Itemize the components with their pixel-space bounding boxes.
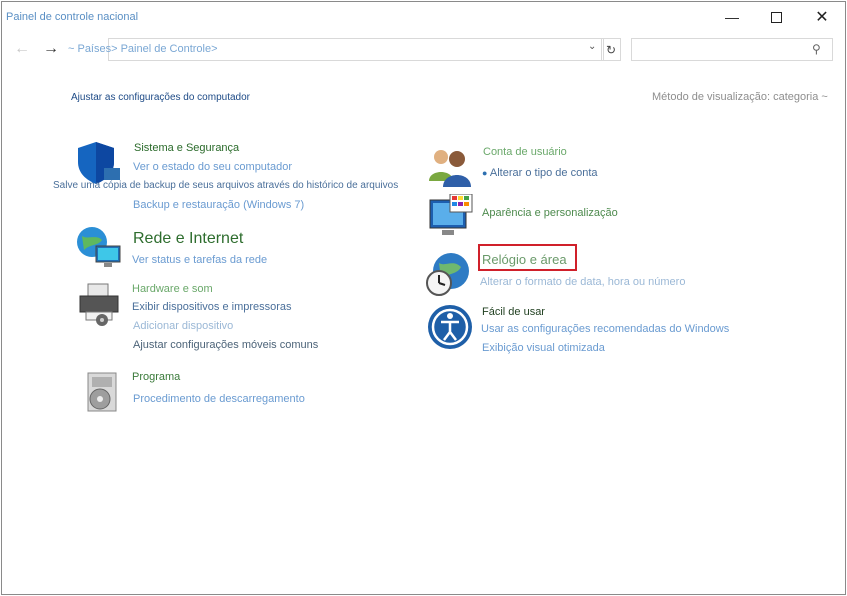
chevron-down-icon: ⌄	[588, 41, 597, 52]
programs-icon[interactable]	[80, 369, 126, 415]
link-optimize-visual-display[interactable]: Exibição visual otimizada	[482, 342, 605, 354]
refresh-button[interactable]: ↻	[601, 38, 621, 61]
link-change-account-type[interactable]: ● Alterar o tipo de conta	[482, 167, 598, 179]
category-ease-of-access[interactable]: Fácil de usar	[482, 306, 545, 318]
arrow-left-icon: ←	[14, 40, 30, 57]
selection-highlight	[478, 244, 577, 271]
maximize-icon	[770, 11, 782, 23]
link-file-history-backup[interactable]: Salve uma cópia de backup de seus arquiv…	[53, 180, 398, 191]
category-system-security[interactable]: Sistema e Segurança	[134, 142, 239, 154]
breadcrumb[interactable]: ~ Países> Painel de Controle>	[68, 43, 218, 55]
printer-icon[interactable]	[76, 282, 122, 328]
category-network-internet[interactable]: Rede e Internet	[133, 230, 243, 248]
link-change-date-format[interactable]: Alterar o formato de data, hora ou númer…	[480, 276, 685, 288]
clock-globe-icon[interactable]	[425, 251, 471, 297]
network-globe-icon[interactable]	[76, 226, 122, 272]
user-accounts-icon[interactable]	[427, 145, 473, 191]
minimize-button[interactable]: —	[709, 4, 755, 30]
close-button[interactable]: ✕	[799, 4, 845, 30]
link-network-status[interactable]: Ver status e tarefas da rede	[132, 254, 267, 266]
search-icon[interactable]: ⚲	[812, 42, 821, 56]
link-view-computer-status[interactable]: Ver o estado do seu computador	[133, 161, 292, 173]
search-input[interactable]	[631, 38, 833, 61]
category-appearance[interactable]: Aparência e personalização	[482, 207, 618, 219]
category-hardware-sound[interactable]: Hardware e som	[132, 283, 213, 295]
link-devices-printers[interactable]: Exibir dispositivos e impressoras	[132, 301, 292, 313]
minimize-icon: —	[725, 9, 739, 25]
arrow-right-icon: →	[43, 40, 59, 57]
link-backup-restore[interactable]: Backup e restauração (Windows 7)	[133, 199, 304, 211]
page-title: Ajustar as configurações do computador	[71, 92, 250, 103]
ease-of-access-icon[interactable]	[427, 304, 473, 350]
link-recommended-settings[interactable]: Usar as configurações recomendadas do Wi…	[481, 323, 729, 335]
link-mobility-settings[interactable]: Ajustar configurações móveis comuns	[133, 339, 318, 351]
refresh-icon: ↻	[605, 42, 617, 57]
link-uninstall-program[interactable]: Procedimento de descarregamento	[133, 393, 305, 405]
link-add-device[interactable]: Adicionar dispositivo	[133, 320, 233, 332]
category-programs[interactable]: Programa	[132, 371, 180, 383]
category-user-accounts[interactable]: Conta de usuário	[483, 146, 567, 158]
bullet-icon: ●	[482, 168, 488, 178]
maximize-button[interactable]	[753, 4, 799, 30]
forward-button[interactable]: →	[43, 40, 59, 58]
appearance-monitor-icon[interactable]	[428, 194, 474, 240]
view-by-selector[interactable]: Método de visualização: categoria ~	[652, 91, 828, 103]
back-button[interactable]: ←	[14, 40, 30, 58]
address-dropdown[interactable]: ⌄	[588, 41, 596, 52]
close-icon: ✕	[815, 9, 829, 26]
window-title: Painel de controle nacional	[6, 11, 139, 23]
